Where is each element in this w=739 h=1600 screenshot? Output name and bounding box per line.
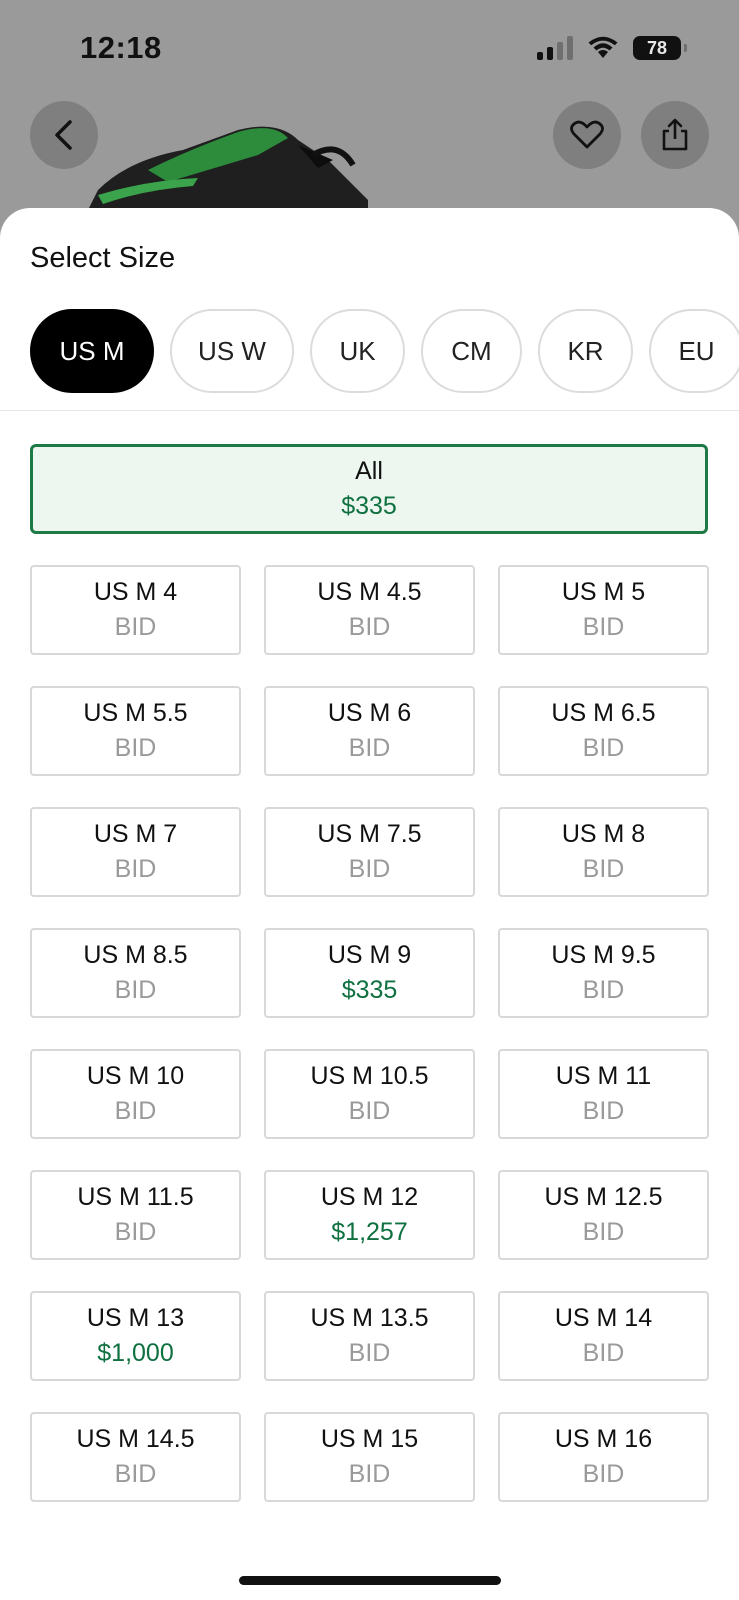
size-option[interactable]: US M 10.5 BID — [264, 1049, 475, 1139]
size-label: US M 6 — [327, 699, 412, 727]
heart-icon — [570, 120, 604, 149]
size-label: US M 14.5 — [76, 1425, 195, 1453]
size-price: BID — [114, 1097, 157, 1125]
size-price: BID — [348, 1097, 391, 1125]
size-option[interactable]: US M 4 BID — [30, 565, 241, 655]
size-selection-sheet: Select Size US M US W UK CM KR EU All $3… — [0, 208, 739, 1600]
divider — [0, 410, 739, 411]
sneaker-image — [88, 126, 368, 210]
size-option[interactable]: US M 16 BID — [498, 1412, 709, 1502]
share-button[interactable] — [641, 101, 709, 169]
size-price: BID — [348, 1339, 391, 1367]
sheet-title: Select Size — [30, 242, 176, 274]
size-option[interactable]: US M 7 BID — [30, 807, 241, 897]
tab-uk[interactable]: UK — [310, 309, 405, 393]
size-option[interactable]: US M 11.5 BID — [30, 1170, 241, 1260]
tab-eu[interactable]: EU — [649, 309, 739, 393]
size-option[interactable]: US M 9.5 BID — [498, 928, 709, 1018]
size-price: BID — [582, 976, 625, 1004]
status-bar: 12:18 78 — [0, 0, 739, 100]
size-label: US M 10 — [86, 1062, 185, 1090]
size-label: US M 11 — [555, 1062, 652, 1090]
size-price: BID — [114, 613, 157, 641]
cellular-signal-icon — [537, 36, 573, 60]
all-sizes-option[interactable]: All $335 — [30, 444, 708, 534]
size-price: BID — [114, 734, 157, 762]
size-option[interactable]: US M 6 BID — [264, 686, 475, 776]
size-label: US M 9.5 — [551, 941, 656, 969]
size-price: BID — [114, 855, 157, 883]
size-option[interactable]: US M 12.5 BID — [498, 1170, 709, 1260]
battery-icon: 78 — [633, 36, 687, 60]
size-price: BID — [582, 1339, 625, 1367]
wifi-icon — [588, 36, 618, 58]
size-price: BID — [114, 1460, 157, 1488]
tab-us-m[interactable]: US M — [30, 309, 154, 393]
size-price: $1,257 — [331, 1218, 408, 1246]
size-price: BID — [582, 734, 625, 762]
size-price: BID — [348, 855, 391, 883]
tab-cm[interactable]: CM — [421, 309, 522, 393]
size-label: US M 7.5 — [317, 820, 422, 848]
size-option[interactable]: US M 6.5 BID — [498, 686, 709, 776]
size-option[interactable]: US M 14.5 BID — [30, 1412, 241, 1502]
size-price: BID — [582, 855, 625, 883]
size-price: BID — [348, 734, 391, 762]
size-option[interactable]: US M 15 BID — [264, 1412, 475, 1502]
size-label: US M 8.5 — [83, 941, 188, 969]
size-label: US M 12 — [320, 1183, 419, 1211]
size-label: US M 16 — [554, 1425, 653, 1453]
home-indicator — [239, 1576, 501, 1585]
size-option[interactable]: US M 14 BID — [498, 1291, 709, 1381]
size-price: BID — [582, 1460, 625, 1488]
status-time: 12:18 — [80, 30, 162, 65]
size-price: BID — [582, 1218, 625, 1246]
size-label: US M 13.5 — [310, 1304, 429, 1332]
size-price: BID — [348, 613, 391, 641]
back-button[interactable] — [30, 101, 98, 169]
size-option[interactable]: US M 4.5 BID — [264, 565, 475, 655]
size-label: US M 4.5 — [317, 578, 422, 606]
size-price: BID — [114, 976, 157, 1004]
size-price: $335 — [341, 976, 398, 1004]
all-sizes-price: $335 — [341, 492, 397, 520]
size-label: US M 13 — [86, 1304, 185, 1332]
size-option[interactable]: US M 13 $1,000 — [30, 1291, 241, 1381]
size-grid: US M 4 BID US M 4.5 BID US M 5 BID US M 5.5 BID… — [30, 565, 709, 1502]
size-price: BID — [348, 1460, 391, 1488]
size-option[interactable]: US M 5.5 BID — [30, 686, 241, 776]
share-icon — [662, 118, 688, 151]
size-price: BID — [114, 1218, 157, 1246]
size-option[interactable]: US M 8.5 BID — [30, 928, 241, 1018]
size-option[interactable]: US M 11 BID — [498, 1049, 709, 1139]
size-label: US M 12.5 — [544, 1183, 663, 1211]
size-option[interactable]: US M 5 BID — [498, 565, 709, 655]
size-label: US M 6.5 — [551, 699, 656, 727]
size-price: BID — [582, 613, 625, 641]
size-label: US M 5.5 — [83, 699, 188, 727]
size-option[interactable]: US M 9 $335 — [264, 928, 475, 1018]
size-label: US M 7 — [93, 820, 178, 848]
size-price: BID — [582, 1097, 625, 1125]
size-label: US M 8 — [561, 820, 646, 848]
tab-us-w[interactable]: US W — [170, 309, 294, 393]
size-label: US M 9 — [327, 941, 412, 969]
size-label: US M 10.5 — [310, 1062, 429, 1090]
size-option[interactable]: US M 12 $1,257 — [264, 1170, 475, 1260]
size-option[interactable]: US M 7.5 BID — [264, 807, 475, 897]
favorite-button[interactable] — [553, 101, 621, 169]
size-price: $1,000 — [97, 1339, 174, 1367]
all-sizes-label: All — [355, 457, 383, 485]
size-system-tabs: US M US W UK CM KR EU — [30, 309, 739, 393]
chevron-left-icon — [55, 120, 72, 150]
size-option[interactable]: US M 13.5 BID — [264, 1291, 475, 1381]
size-label: US M 14 — [554, 1304, 653, 1332]
size-option[interactable]: US M 8 BID — [498, 807, 709, 897]
tab-kr[interactable]: KR — [538, 309, 633, 393]
size-label: US M 15 — [320, 1425, 419, 1453]
size-label: US M 11.5 — [77, 1183, 194, 1211]
size-option[interactable]: US M 10 BID — [30, 1049, 241, 1139]
size-label: US M 4 — [93, 578, 178, 606]
size-label: US M 5 — [561, 578, 646, 606]
